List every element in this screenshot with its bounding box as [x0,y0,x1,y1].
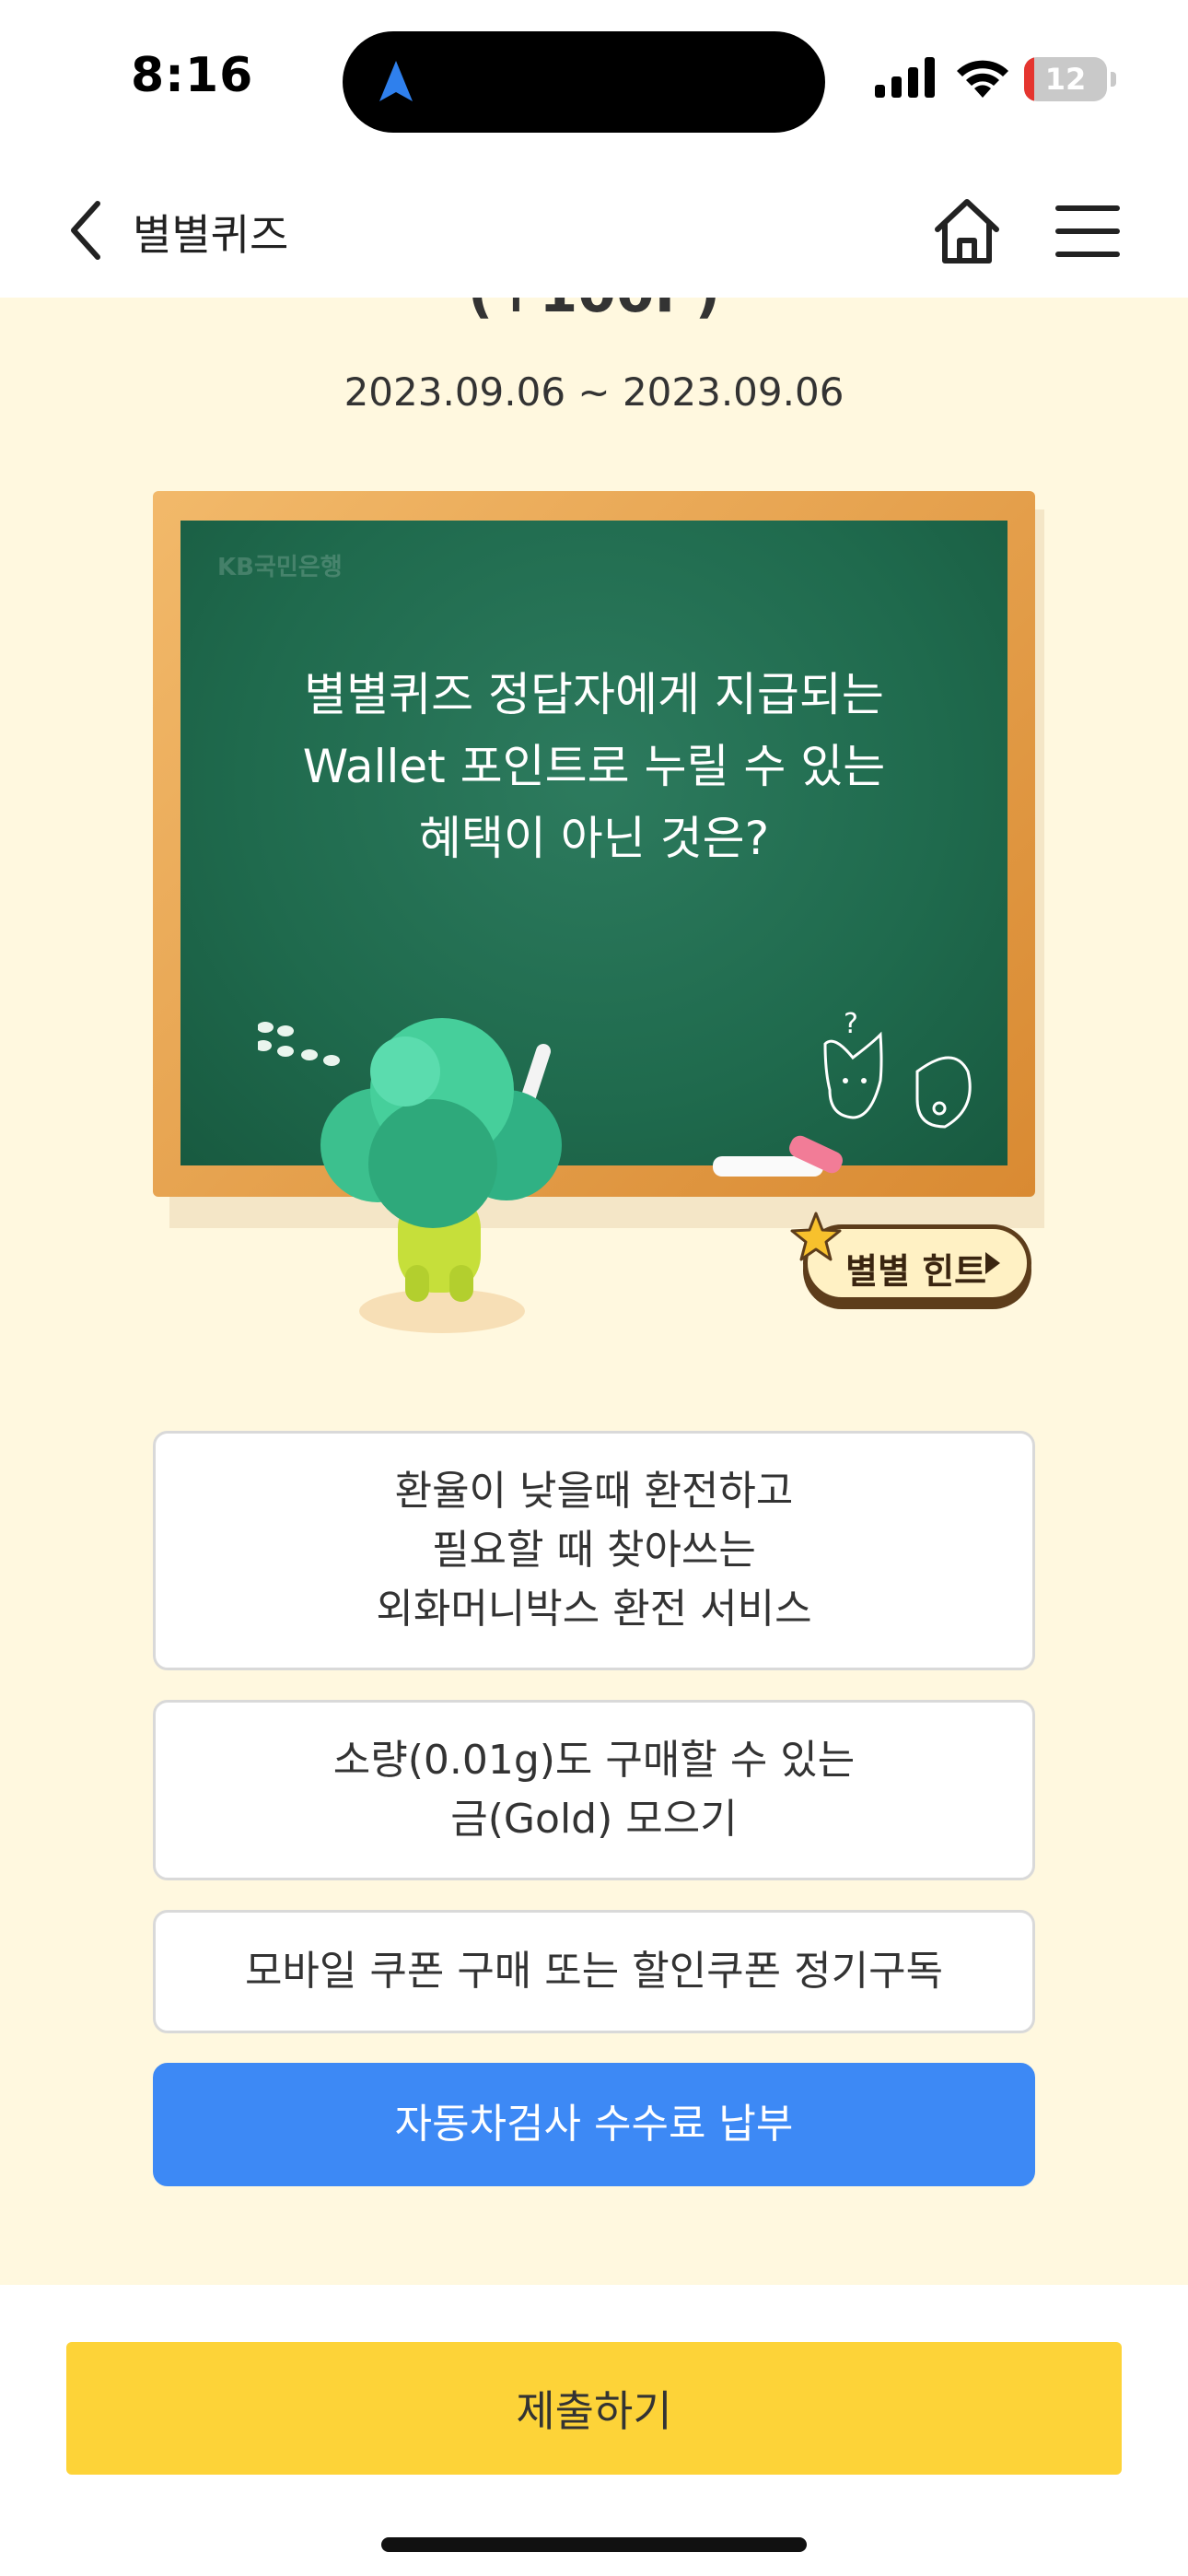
answer-option-2[interactable]: 소량(0.01g)도 구매할 수 있는 금(Gold) 모으기 [153,1700,1035,1880]
battery-icon: 12 [1024,57,1116,101]
home-icon[interactable] [930,196,1004,266]
answer-option-3[interactable]: 모바일 쿠폰 구매 또는 할인쿠폰 정기구독 [153,1910,1035,2033]
status-bar: 8:16 12 [0,0,1188,161]
home-indicator[interactable] [381,2537,807,2552]
broccoli-mascot-icon [320,1018,562,1333]
star-icon [790,1212,842,1261]
dynamic-island [343,31,825,133]
chevron-left-icon[interactable] [64,198,111,263]
nav-header: 별별퀴즈 [0,161,1188,298]
board-logo: KB국민은행 [217,554,343,581]
battery-percent: 12 [1044,62,1087,97]
doodle-characters-icon: ? [823,1008,972,1129]
answer-option-1[interactable]: 환율이 낮을때 환전하고 필요할 때 찾아쓰는 외화머니박스 환전 서비스 [153,1431,1035,1670]
quiz-content: (+100P) 2023.09.06 ~ 2023.09.06 KB국민은행 별… [0,298,1188,2285]
wifi-icon [957,60,1008,98]
quiz-period: 2023.09.06 ~ 2023.09.06 [344,369,844,415]
submit-button[interactable]: 제출하기 [66,2342,1122,2475]
quiz-title-cut: (+100P) [0,298,1188,325]
page-title: 별별퀴즈 [133,210,289,260]
signal-icon [875,57,935,98]
status-time: 8:16 [131,48,254,103]
hint-label: 별별 힌트 [845,1251,987,1292]
hint-button[interactable]: 별별 힌트 [790,1212,1031,1307]
battery-body: 12 [1024,57,1107,101]
bottom-bar: 제출하기 [0,2285,1188,2576]
svg-text:?: ? [844,1008,858,1040]
answer-option-4[interactable]: 자동차검사 수수료 납부 [153,2063,1035,2186]
quiz-question: 별별퀴즈 정답자에게 지급되는 Wallet 포인트로 누릴 수 있는 혜택이 … [302,668,886,865]
hamburger-menu-icon[interactable] [1055,202,1120,261]
caret-right-icon [985,1252,1000,1274]
location-arrow-icon [379,61,413,101]
